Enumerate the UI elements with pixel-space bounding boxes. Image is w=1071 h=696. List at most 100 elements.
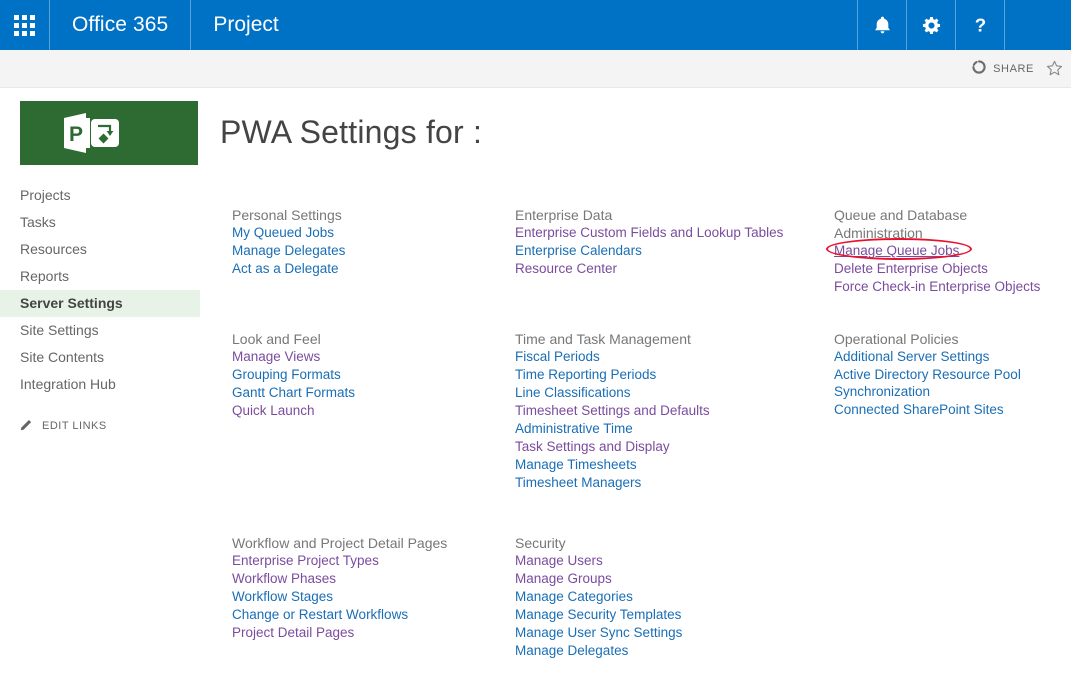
list-item: Connected SharePoint Sites bbox=[834, 401, 1058, 419]
settings-group-operational-policies: Operational Policies Additional Server S… bbox=[834, 330, 1071, 419]
group-link-list: Fiscal Periods Time Reporting Periods Li… bbox=[515, 348, 820, 492]
edit-links-label: EDIT LINKS bbox=[42, 420, 107, 432]
link-grouping-formats[interactable]: Grouping Formats bbox=[232, 366, 341, 383]
link-workflow-stages[interactable]: Workflow Stages bbox=[232, 588, 333, 605]
list-item: Act as a Delegate bbox=[232, 260, 501, 278]
settings-group-look-and-feel: Look and Feel Manage Views Grouping Form… bbox=[232, 330, 515, 420]
link-my-queued-jobs[interactable]: My Queued Jobs bbox=[232, 224, 334, 241]
app-name-link[interactable]: Project bbox=[191, 0, 300, 50]
group-link-list: Enterprise Project Types Workflow Phases… bbox=[232, 552, 501, 642]
settings-grid: Personal Settings My Queued Jobs Manage … bbox=[232, 206, 1071, 660]
link-project-detail-pages[interactable]: Project Detail Pages bbox=[232, 624, 354, 641]
link-administrative-time[interactable]: Administrative Time bbox=[515, 420, 633, 437]
settings-gear-icon[interactable] bbox=[907, 0, 955, 50]
list-item: My Queued Jobs bbox=[232, 224, 501, 242]
link-manage-delegates[interactable]: Manage Delegates bbox=[232, 242, 345, 259]
notifications-icon[interactable] bbox=[858, 0, 906, 50]
group-title: Time and Task Management bbox=[515, 331, 691, 347]
link-enterprise-project-types[interactable]: Enterprise Project Types bbox=[232, 552, 379, 569]
group-title: Enterprise Data bbox=[515, 207, 613, 223]
list-item: Fiscal Periods bbox=[515, 348, 820, 366]
link-resource-center[interactable]: Resource Center bbox=[515, 260, 617, 277]
link-workflow-phases[interactable]: Workflow Phases bbox=[232, 570, 336, 587]
group-title: Queue and Database Administration bbox=[834, 207, 968, 241]
share-button[interactable]: SHARE bbox=[966, 56, 1040, 81]
list-item: Administrative Time bbox=[515, 420, 820, 438]
list-item: Manage Queue Jobs bbox=[826, 238, 1058, 260]
link-delete-enterprise-objects[interactable]: Delete Enterprise Objects bbox=[834, 260, 988, 277]
sidebar-item-tasks[interactable]: Tasks bbox=[0, 209, 200, 236]
group-link-list: Manage Views Grouping Formats Gantt Char… bbox=[232, 348, 501, 420]
link-manage-groups[interactable]: Manage Groups bbox=[515, 570, 612, 587]
sidebar-item-reports[interactable]: Reports bbox=[0, 263, 200, 290]
settings-group-security: Security Manage Users Manage Groups Mana… bbox=[515, 534, 834, 660]
link-enterprise-calendars[interactable]: Enterprise Calendars bbox=[515, 242, 642, 259]
link-force-check-in-enterprise-objects[interactable]: Force Check-in Enterprise Objects bbox=[834, 278, 1040, 295]
settings-row: Look and Feel Manage Views Grouping Form… bbox=[232, 330, 1071, 492]
sidebar-item-projects[interactable]: Projects bbox=[0, 182, 200, 209]
link-quick-launch[interactable]: Quick Launch bbox=[232, 402, 315, 419]
user-tile[interactable] bbox=[1005, 0, 1071, 50]
list-item: Manage Groups bbox=[515, 570, 820, 588]
follow-star-icon[interactable] bbox=[1040, 58, 1067, 79]
link-manage-delegates-security[interactable]: Manage Delegates bbox=[515, 642, 628, 659]
link-timesheet-managers[interactable]: Timesheet Managers bbox=[515, 474, 641, 491]
link-connected-sharepoint-sites[interactable]: Connected SharePoint Sites bbox=[834, 401, 1004, 418]
link-active-directory-resource-pool-synchronization[interactable]: Active Directory Resource Pool Synchroni… bbox=[834, 366, 1058, 400]
group-title: Operational Policies bbox=[834, 331, 959, 347]
waffle-grid-icon bbox=[14, 14, 35, 36]
share-label: SHARE bbox=[993, 62, 1034, 75]
link-manage-views[interactable]: Manage Views bbox=[232, 348, 320, 365]
suite-bar-spacer bbox=[301, 0, 857, 50]
project-logo[interactable]: P bbox=[20, 101, 198, 165]
link-manage-user-sync-settings[interactable]: Manage User Sync Settings bbox=[515, 624, 682, 641]
office365-brand-link[interactable]: Office 365 bbox=[50, 0, 190, 50]
link-gantt-chart-formats[interactable]: Gantt Chart Formats bbox=[232, 384, 355, 401]
link-task-settings-and-display[interactable]: Task Settings and Display bbox=[515, 438, 670, 455]
list-item: Workflow Stages bbox=[232, 588, 501, 606]
settings-row: Workflow and Project Detail Pages Enterp… bbox=[232, 534, 1071, 660]
link-timesheet-settings-and-defaults[interactable]: Timesheet Settings and Defaults bbox=[515, 402, 710, 419]
list-item: Enterprise Calendars bbox=[515, 242, 820, 260]
link-manage-timesheets[interactable]: Manage Timesheets bbox=[515, 456, 637, 473]
list-item: Grouping Formats bbox=[232, 366, 501, 384]
link-additional-server-settings[interactable]: Additional Server Settings bbox=[834, 348, 989, 365]
group-link-list: My Queued Jobs Manage Delegates Act as a… bbox=[232, 224, 501, 278]
edit-links-button[interactable]: EDIT LINKS bbox=[0, 412, 200, 440]
list-item: Change or Restart Workflows bbox=[232, 606, 501, 624]
list-item: Time Reporting Periods bbox=[515, 366, 820, 384]
list-item: Manage Delegates bbox=[515, 642, 820, 660]
link-manage-queue-jobs[interactable]: Manage Queue Jobs bbox=[834, 242, 959, 259]
group-title: Look and Feel bbox=[232, 331, 321, 347]
list-item: Project Detail Pages bbox=[232, 624, 501, 642]
link-time-reporting-periods[interactable]: Time Reporting Periods bbox=[515, 366, 656, 383]
link-manage-security-templates[interactable]: Manage Security Templates bbox=[515, 606, 681, 623]
list-item: Manage Timesheets bbox=[515, 456, 820, 474]
svg-text:?: ? bbox=[974, 15, 985, 36]
link-manage-categories[interactable]: Manage Categories bbox=[515, 588, 633, 605]
settings-row: Personal Settings My Queued Jobs Manage … bbox=[232, 206, 1071, 296]
sidebar-item-resources[interactable]: Resources bbox=[0, 236, 200, 263]
link-act-as-a-delegate[interactable]: Act as a Delegate bbox=[232, 260, 339, 277]
link-fiscal-periods[interactable]: Fiscal Periods bbox=[515, 348, 600, 365]
group-title: Personal Settings bbox=[232, 207, 342, 223]
list-item: Additional Server Settings bbox=[834, 348, 1058, 366]
list-item: Manage Security Templates bbox=[515, 606, 820, 624]
group-link-list: Enterprise Custom Fields and Lookup Tabl… bbox=[515, 224, 820, 278]
list-item: Gantt Chart Formats bbox=[232, 384, 501, 402]
link-enterprise-custom-fields-and-lookup-tables[interactable]: Enterprise Custom Fields and Lookup Tabl… bbox=[515, 224, 783, 241]
help-icon[interactable]: ? bbox=[956, 0, 1004, 50]
group-link-list: Manage Queue Jobs Delete Enterprise Obje… bbox=[826, 238, 1058, 296]
sidebar-item-site-contents[interactable]: Site Contents bbox=[0, 344, 200, 371]
row-spacer bbox=[232, 296, 1071, 330]
sidebar-item-site-settings[interactable]: Site Settings bbox=[0, 317, 200, 344]
list-item: Force Check-in Enterprise Objects bbox=[834, 278, 1058, 296]
list-item: Task Settings and Display bbox=[515, 438, 820, 456]
sidebar-item-server-settings[interactable]: Server Settings bbox=[0, 290, 200, 317]
sidebar-item-integration-hub[interactable]: Integration Hub bbox=[0, 371, 200, 398]
app-launcher-waffle-icon[interactable] bbox=[0, 0, 49, 50]
pencil-icon bbox=[20, 418, 33, 434]
link-change-or-restart-workflows[interactable]: Change or Restart Workflows bbox=[232, 606, 408, 623]
link-manage-users[interactable]: Manage Users bbox=[515, 552, 603, 569]
link-line-classifications[interactable]: Line Classifications bbox=[515, 384, 631, 401]
